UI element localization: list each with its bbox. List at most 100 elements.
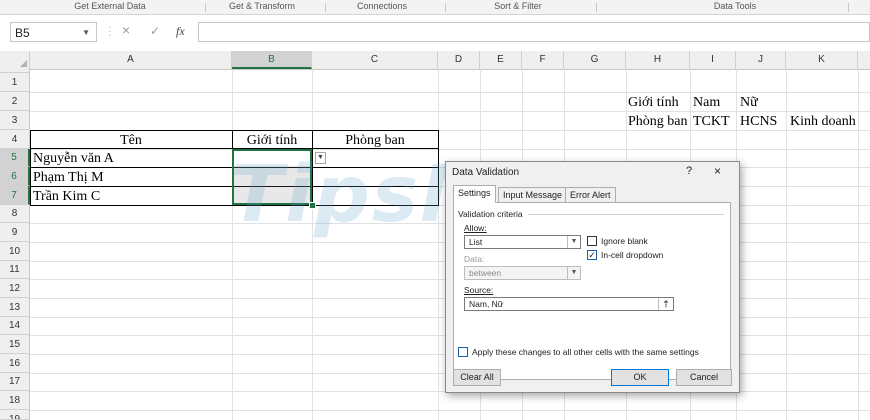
allow-label: Allow: (464, 223, 487, 233)
validation-criteria-label: Validation criteria (458, 209, 523, 219)
cell-k3[interactable]: Kinh doanh (790, 114, 856, 130)
column-header-e[interactable]: E (480, 51, 522, 69)
tab-settings[interactable]: Settings (453, 185, 496, 203)
help-icon[interactable]: ? (686, 165, 692, 177)
cell-j2[interactable]: Nữ (740, 95, 758, 111)
settings-panel: Validation criteria Allow: List ▼ Ignore… (453, 202, 731, 380)
cell-a6[interactable]: Phạm Thị M (33, 170, 104, 186)
cell-a4[interactable]: Tên (30, 133, 232, 149)
collapse-dialog-icon[interactable]: ⇡ (658, 298, 673, 310)
row-header[interactable]: 13 (0, 298, 30, 317)
allow-select-value: List (469, 237, 483, 247)
fill-handle[interactable] (309, 202, 316, 209)
tab-label: Input Message (503, 190, 563, 200)
column-header-d[interactable]: D (438, 51, 480, 69)
source-input[interactable]: Nam, Nữ ⇡ (464, 297, 674, 311)
row-header[interactable]: 15 (0, 335, 30, 354)
ignore-blank-checkbox[interactable] (587, 236, 597, 246)
gridline (438, 69, 439, 420)
row-header[interactable]: 9 (0, 223, 30, 242)
source-label: Source: (464, 285, 494, 295)
row-header[interactable]: 19 (0, 410, 30, 420)
ribbon-group-sort-filter[interactable]: Sort & Filter (494, 1, 542, 11)
cancel-button[interactable]: Cancel (676, 369, 732, 386)
tab-label: Settings (458, 188, 491, 198)
cell-i3[interactable]: TCKT (693, 114, 730, 130)
ribbon-group-strip: Get External Data Get & Transform Connec… (0, 0, 870, 15)
tab-error-alert[interactable]: Error Alert (565, 187, 616, 202)
row-header[interactable]: 7 (0, 186, 30, 205)
ok-button[interactable]: OK (611, 369, 669, 386)
row-header[interactable]: 10 (0, 242, 30, 261)
gridline (232, 69, 233, 420)
ribbon-separator (205, 3, 206, 12)
dialog-title: Data Validation (452, 167, 520, 178)
column-header-b[interactable]: B (232, 51, 312, 69)
apply-all-checkbox[interactable] (458, 347, 468, 357)
cell-a7[interactable]: Trần Kim C (33, 189, 100, 205)
formula-input[interactable] (198, 22, 870, 42)
select-all-corner[interactable] (0, 51, 30, 69)
gridline (30, 410, 870, 411)
row-header[interactable]: 4 (0, 130, 30, 149)
formula-bar-grip: ⋮ (104, 24, 116, 38)
row-header[interactable]: 6 (0, 167, 30, 186)
ribbon-group-connections[interactable]: Connections (357, 1, 407, 11)
column-header-j[interactable]: J (736, 51, 786, 69)
cell-c4[interactable]: Phòng ban (312, 133, 438, 149)
row-header[interactable]: 1 (0, 73, 30, 92)
row-header[interactable]: 3 (0, 111, 30, 130)
insert-function-icon[interactable]: fx (176, 24, 185, 39)
ignore-blank-label: Ignore blank (601, 236, 648, 246)
cell-b4[interactable]: Giới tính (232, 133, 312, 149)
cell-h3[interactable]: Phòng ban (628, 114, 688, 130)
close-icon[interactable]: × (714, 164, 721, 178)
column-header-c[interactable]: C (312, 51, 438, 69)
cell-i2[interactable]: Nam (693, 95, 720, 111)
row-header[interactable]: 5 (0, 149, 30, 167)
column-header-i[interactable]: I (690, 51, 736, 69)
name-box[interactable]: B5 ▼ (10, 22, 97, 42)
row-header[interactable]: 12 (0, 279, 30, 298)
row-header[interactable]: 16 (0, 354, 30, 373)
data-select-value: between (469, 268, 502, 278)
column-header-h[interactable]: H (626, 51, 690, 69)
active-cell[interactable] (234, 151, 310, 166)
cell-dropdown-arrow[interactable]: ▼ (315, 152, 326, 164)
ribbon-separator (848, 3, 849, 12)
row-header[interactable]: 2 (0, 92, 30, 111)
cell-a5[interactable]: Nguyễn văn A (33, 151, 114, 167)
column-header-f[interactable]: F (522, 51, 564, 69)
ribbon-group-get-transform[interactable]: Get & Transform (229, 1, 295, 11)
clear-all-button[interactable]: Clear All (453, 369, 501, 386)
allow-select[interactable]: List ▼ (464, 235, 581, 249)
row-header[interactable]: 18 (0, 391, 30, 410)
row-header[interactable]: 14 (0, 317, 30, 335)
source-input-value: Nam, Nữ (469, 299, 504, 309)
in-cell-dropdown-checkbox[interactable]: ✓ (587, 250, 597, 260)
column-header-bar: A B C D E F G H I J K (0, 51, 870, 70)
column-header-a[interactable]: A (30, 51, 232, 69)
column-header-k[interactable]: K (786, 51, 858, 69)
ribbon-group-get-external-data[interactable]: Get External Data (74, 1, 146, 11)
tab-label: Error Alert (570, 190, 611, 200)
section-divider (528, 214, 724, 215)
chevron-down-icon[interactable]: ▼ (567, 236, 580, 248)
row-header[interactable]: 8 (0, 205, 30, 223)
data-select[interactable]: between ▼ (464, 266, 581, 280)
row-header[interactable]: 17 (0, 373, 30, 391)
cell-j3[interactable]: HCNS (740, 114, 777, 130)
cancel-icon[interactable]: × (122, 22, 130, 38)
column-header-g[interactable]: G (564, 51, 626, 69)
ribbon-group-data-tools[interactable]: Data Tools (714, 1, 756, 11)
tab-input-message[interactable]: Input Message (498, 187, 568, 202)
gridline (30, 92, 870, 93)
chevron-down-icon[interactable]: ▼ (567, 267, 580, 279)
chevron-down-icon[interactable]: ▼ (82, 23, 90, 43)
gridline (858, 69, 859, 420)
gridline (312, 69, 313, 420)
enter-icon[interactable]: ✓ (150, 24, 160, 38)
cell-h2[interactable]: Giới tính (628, 95, 679, 111)
ribbon-separator (325, 3, 326, 12)
row-header[interactable]: 11 (0, 261, 30, 279)
